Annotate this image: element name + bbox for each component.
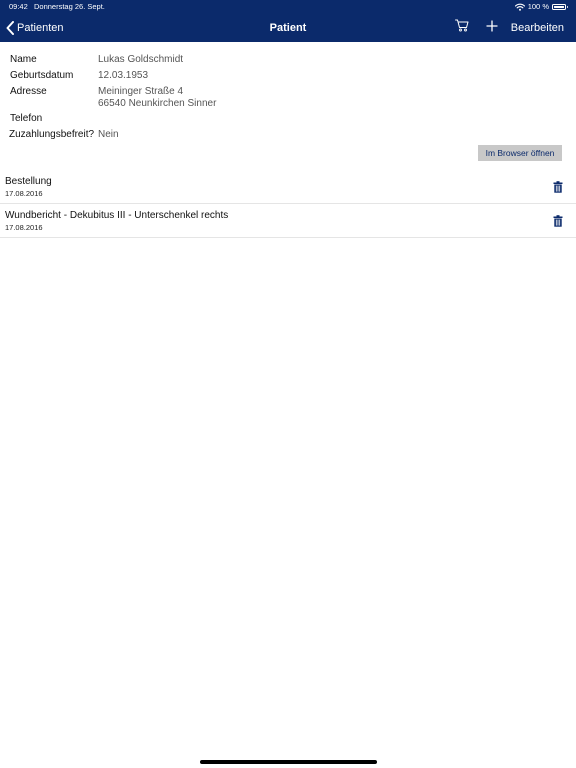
cart-icon [454, 19, 469, 37]
list-item-date: 17.08.2016 [5, 223, 43, 232]
address-line-2: 66540 Neunkirchen Sinner [98, 98, 217, 109]
list-item[interactable]: Bestellung 17.08.2016 [0, 170, 576, 204]
document-list: Bestellung 17.08.2016 Wundbericht - Deku… [0, 170, 576, 238]
copay-value: Nein [98, 129, 119, 140]
status-indicators: 100 % [514, 0, 568, 14]
name-value: Lukas Goldschmidt [98, 54, 184, 65]
status-date: Donnerstag 26. Sept. [34, 2, 105, 11]
home-indicator[interactable] [200, 760, 377, 764]
status-time: 09:42 [9, 2, 28, 11]
phone-label: Telefon [10, 113, 43, 124]
navigation-bar: Patienten Patient Bearbeiten [0, 14, 576, 42]
birthdate-label: Geburtsdatum [10, 70, 74, 81]
wifi-icon [514, 3, 525, 11]
back-button[interactable]: Patienten [6, 14, 63, 42]
plus-icon [486, 19, 498, 37]
delete-button[interactable] [552, 214, 564, 228]
address-value: Meininger Straße 4 66540 Neunkirchen Sin… [98, 86, 216, 110]
name-label: Name [10, 54, 37, 65]
birthdate-value: 12.03.1953 [98, 70, 149, 81]
copay-label: Zuzahlungsbefreit? [9, 129, 95, 140]
status-bar: 09:42 Donnerstag 26. Sept. 100 % [0, 0, 576, 14]
trash-icon [553, 181, 563, 193]
list-item-title: Bestellung [5, 176, 52, 187]
edit-button[interactable]: Bearbeiten [511, 22, 564, 34]
chevron-left-icon [6, 21, 14, 35]
add-button[interactable] [483, 19, 501, 37]
delete-button[interactable] [552, 180, 564, 194]
cart-button[interactable] [453, 19, 471, 37]
battery-icon [552, 4, 568, 10]
list-item-date: 17.08.2016 [5, 189, 43, 198]
nav-actions: Bearbeiten [453, 14, 564, 42]
battery-percent: 100 % [527, 2, 549, 11]
list-item[interactable]: Wundbericht - Dekubitus III - Unterschen… [0, 204, 576, 238]
open-in-browser-button[interactable]: Im Browser öffnen [478, 145, 562, 161]
address-label: Adresse [10, 86, 47, 97]
address-line-1: Meininger Straße 4 [98, 86, 184, 97]
top-bar: 09:42 Donnerstag 26. Sept. 100 % Patient… [0, 0, 576, 42]
list-item-title: Wundbericht - Dekubitus III - Unterschen… [5, 210, 229, 221]
back-button-label: Patienten [17, 22, 64, 34]
trash-icon [553, 215, 563, 227]
